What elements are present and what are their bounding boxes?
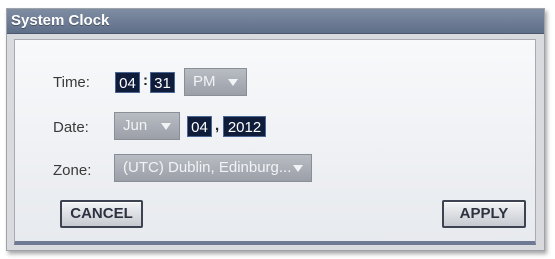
- minute-field[interactable]: 31: [150, 72, 175, 93]
- timezone-dropdown[interactable]: (UTC) Dublin, Edinburg...: [114, 154, 312, 182]
- month-value: Jun: [123, 117, 148, 134]
- ampm-value: PM: [193, 73, 216, 90]
- time-separator: :: [143, 72, 148, 89]
- zone-label: Zone:: [53, 162, 92, 179]
- ampm-dropdown[interactable]: PM: [184, 68, 247, 96]
- settings-panel: Time: 04 : 31 PM Date: Jun 04 , 2012 Zon…: [14, 39, 536, 245]
- chevron-down-icon: [293, 165, 303, 172]
- system-clock-dialog: System Clock Time: 04 : 31 PM Date: Jun …: [6, 8, 545, 251]
- date-separator: ,: [215, 117, 220, 134]
- date-label: Date:: [53, 119, 89, 136]
- hour-field[interactable]: 04: [115, 72, 140, 93]
- apply-button[interactable]: APPLY: [442, 200, 526, 228]
- chevron-down-icon: [161, 123, 171, 130]
- day-field[interactable]: 04: [187, 116, 212, 137]
- year-field[interactable]: 2012: [223, 116, 266, 137]
- chevron-down-icon: [228, 79, 238, 86]
- dialog-titlebar: System Clock: [7, 9, 544, 34]
- month-dropdown[interactable]: Jun: [114, 112, 180, 140]
- timezone-value: (UTC) Dublin, Edinburg...: [123, 159, 292, 176]
- dialog-title: System Clock: [11, 12, 110, 29]
- cancel-button[interactable]: CANCEL: [60, 200, 143, 228]
- time-label: Time:: [53, 74, 90, 91]
